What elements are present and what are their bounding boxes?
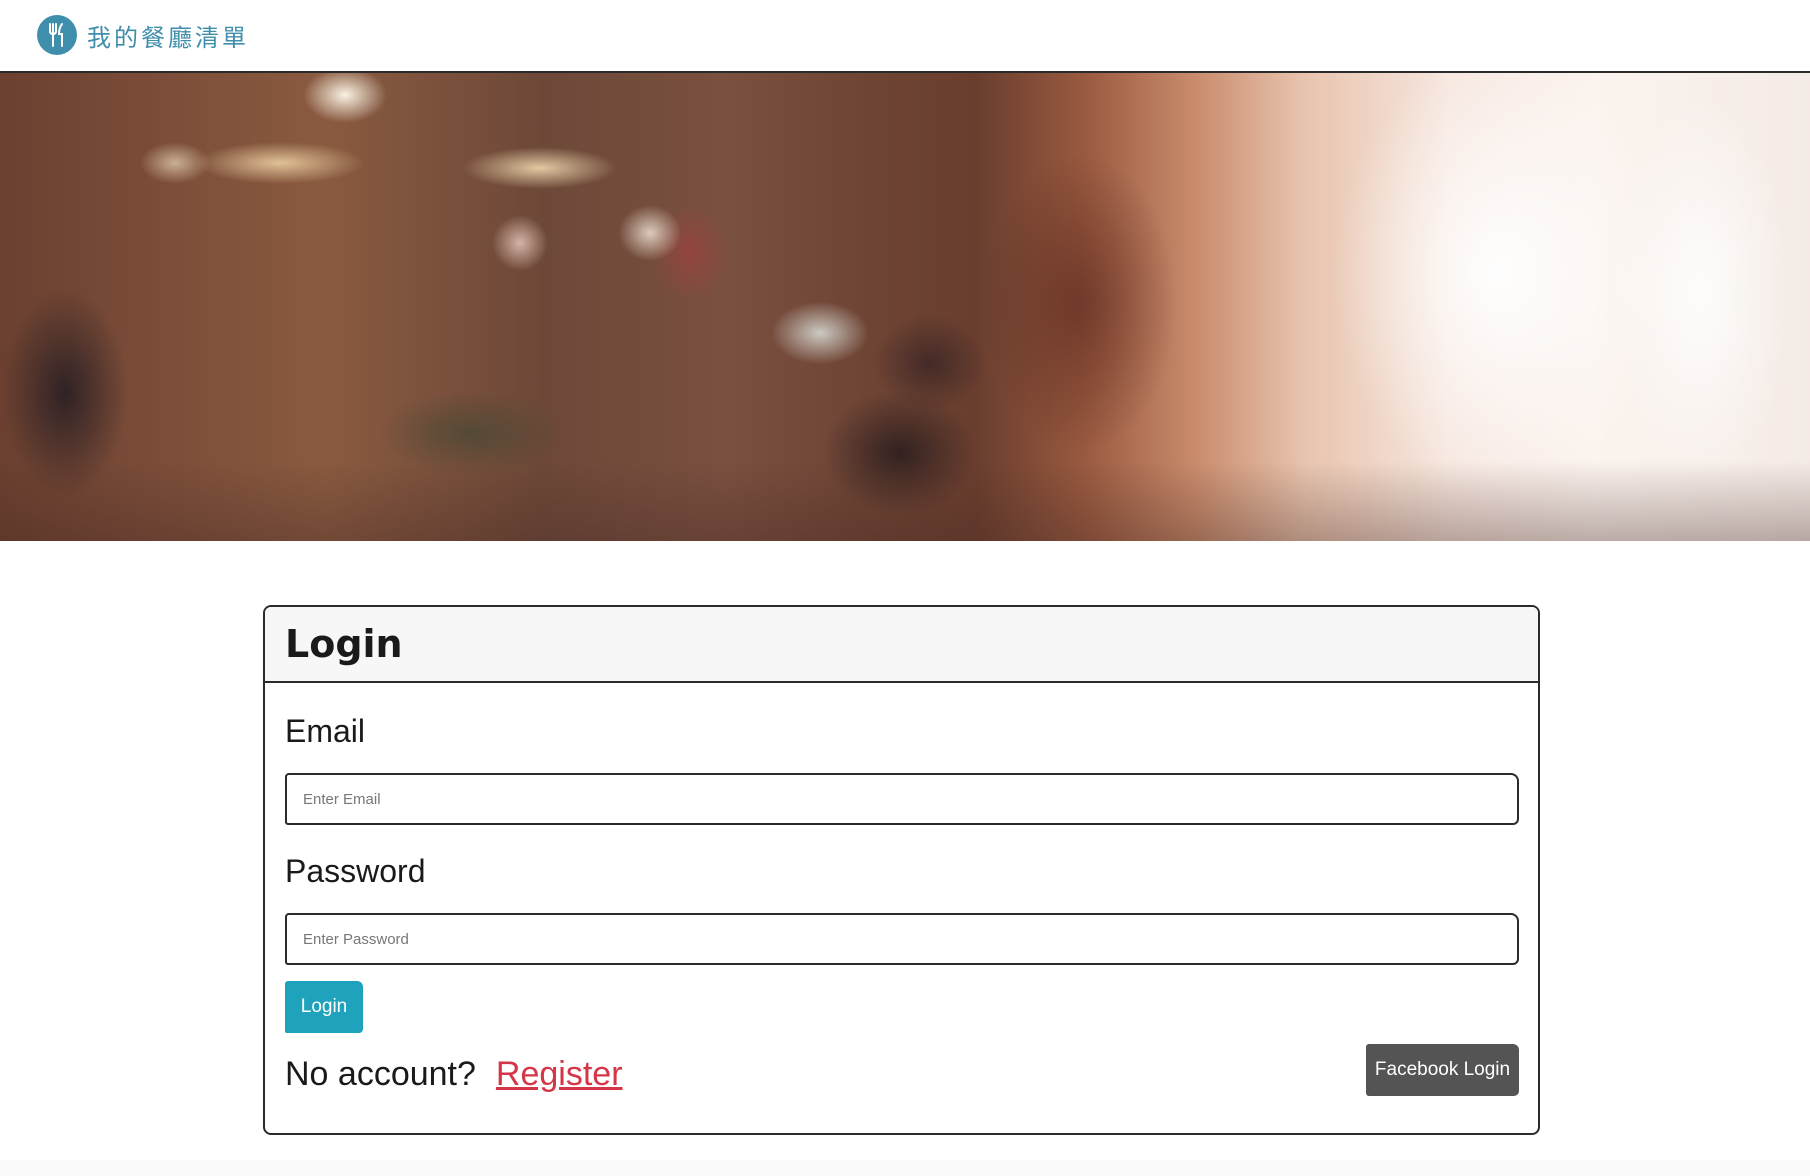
login-card: Login Email Password Login No account? R… (263, 605, 1540, 1135)
footer-strip (0, 1160, 1810, 1176)
utensils-icon (37, 15, 77, 55)
facebook-login-button[interactable]: Facebook Login (1366, 1044, 1519, 1096)
password-input[interactable] (285, 913, 1519, 965)
hero-banner-image (0, 73, 1810, 541)
login-title: Login (285, 622, 403, 666)
navbar: 我的餐廳清單 (0, 0, 1810, 73)
brand-title: 我的餐廳清單 (87, 23, 249, 52)
login-card-header: Login (265, 607, 1538, 683)
password-label: Password (285, 853, 426, 889)
no-account-text: No account? (285, 1055, 476, 1093)
brand-link[interactable]: 我的餐廳清單 (37, 15, 249, 55)
no-account-row: No account? Register (285, 1055, 623, 1094)
email-label: Email (285, 713, 366, 749)
login-button[interactable]: Login (285, 981, 363, 1033)
email-input[interactable] (285, 773, 1519, 825)
register-link[interactable]: Register (496, 1055, 623, 1094)
